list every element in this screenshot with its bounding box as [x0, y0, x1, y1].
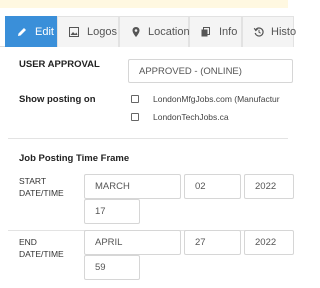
end-year-select[interactable]: 2022	[244, 230, 294, 255]
start-year-select[interactable]: 2022	[244, 174, 294, 199]
time-frame-heading: Job Posting Time Frame	[19, 153, 130, 164]
tab-logos[interactable]: Logos	[57, 16, 119, 47]
tab-edit[interactable]: Edit	[5, 16, 57, 47]
start-day-select[interactable]: 02	[184, 174, 241, 199]
tab-location[interactable]: Location	[119, 16, 190, 47]
site-label-londonmfgjobs: LondonMfgJobs.com (Manufactur	[153, 94, 280, 104]
end-datetime-label: END DATE/TIME	[19, 236, 64, 260]
end-label-line2: DATE/TIME	[19, 249, 64, 259]
tab-edit-label: Edit	[35, 26, 54, 38]
start-time-input[interactable]: 17	[84, 199, 140, 224]
tab-info[interactable]: Info	[189, 16, 242, 47]
end-time-input[interactable]: 59	[84, 255, 140, 280]
site-checkbox-londonmfgjobs[interactable]	[131, 95, 139, 103]
notice-banner	[0, 0, 288, 8]
copy-icon	[200, 26, 213, 38]
end-month-select[interactable]: APRIL	[84, 230, 181, 255]
start-datetime-label: START DATE/TIME	[19, 175, 64, 199]
tab-info-label: Info	[219, 26, 238, 38]
pencil-icon	[16, 26, 29, 38]
site-checkbox-londontechjobs[interactable]	[131, 113, 139, 121]
user-approval-label: USER APPROVAL	[19, 59, 100, 70]
tab-location-label: Location	[148, 26, 190, 38]
tab-bar: Edit Logos Location Info Histo	[0, 16, 296, 47]
map-pin-icon	[130, 26, 142, 38]
section-divider	[8, 138, 288, 139]
image-icon	[68, 26, 81, 38]
user-approval-select[interactable]: APPROVED - (ONLINE)	[128, 59, 293, 83]
start-month-select[interactable]: MARCH	[84, 174, 181, 199]
tab-history-label: Histo	[271, 26, 297, 38]
end-label-line1: END	[19, 237, 37, 247]
show-posting-label: Show posting on	[19, 94, 96, 105]
history-icon	[253, 26, 265, 38]
start-label-line1: START	[19, 176, 47, 186]
tab-history[interactable]: Histo	[242, 16, 297, 47]
start-label-line2: DATE/TIME	[19, 188, 64, 198]
end-day-select[interactable]: 27	[184, 230, 241, 255]
tab-logos-label: Logos	[87, 26, 117, 38]
site-label-londontechjobs: LondonTechJobs.ca	[153, 112, 229, 122]
